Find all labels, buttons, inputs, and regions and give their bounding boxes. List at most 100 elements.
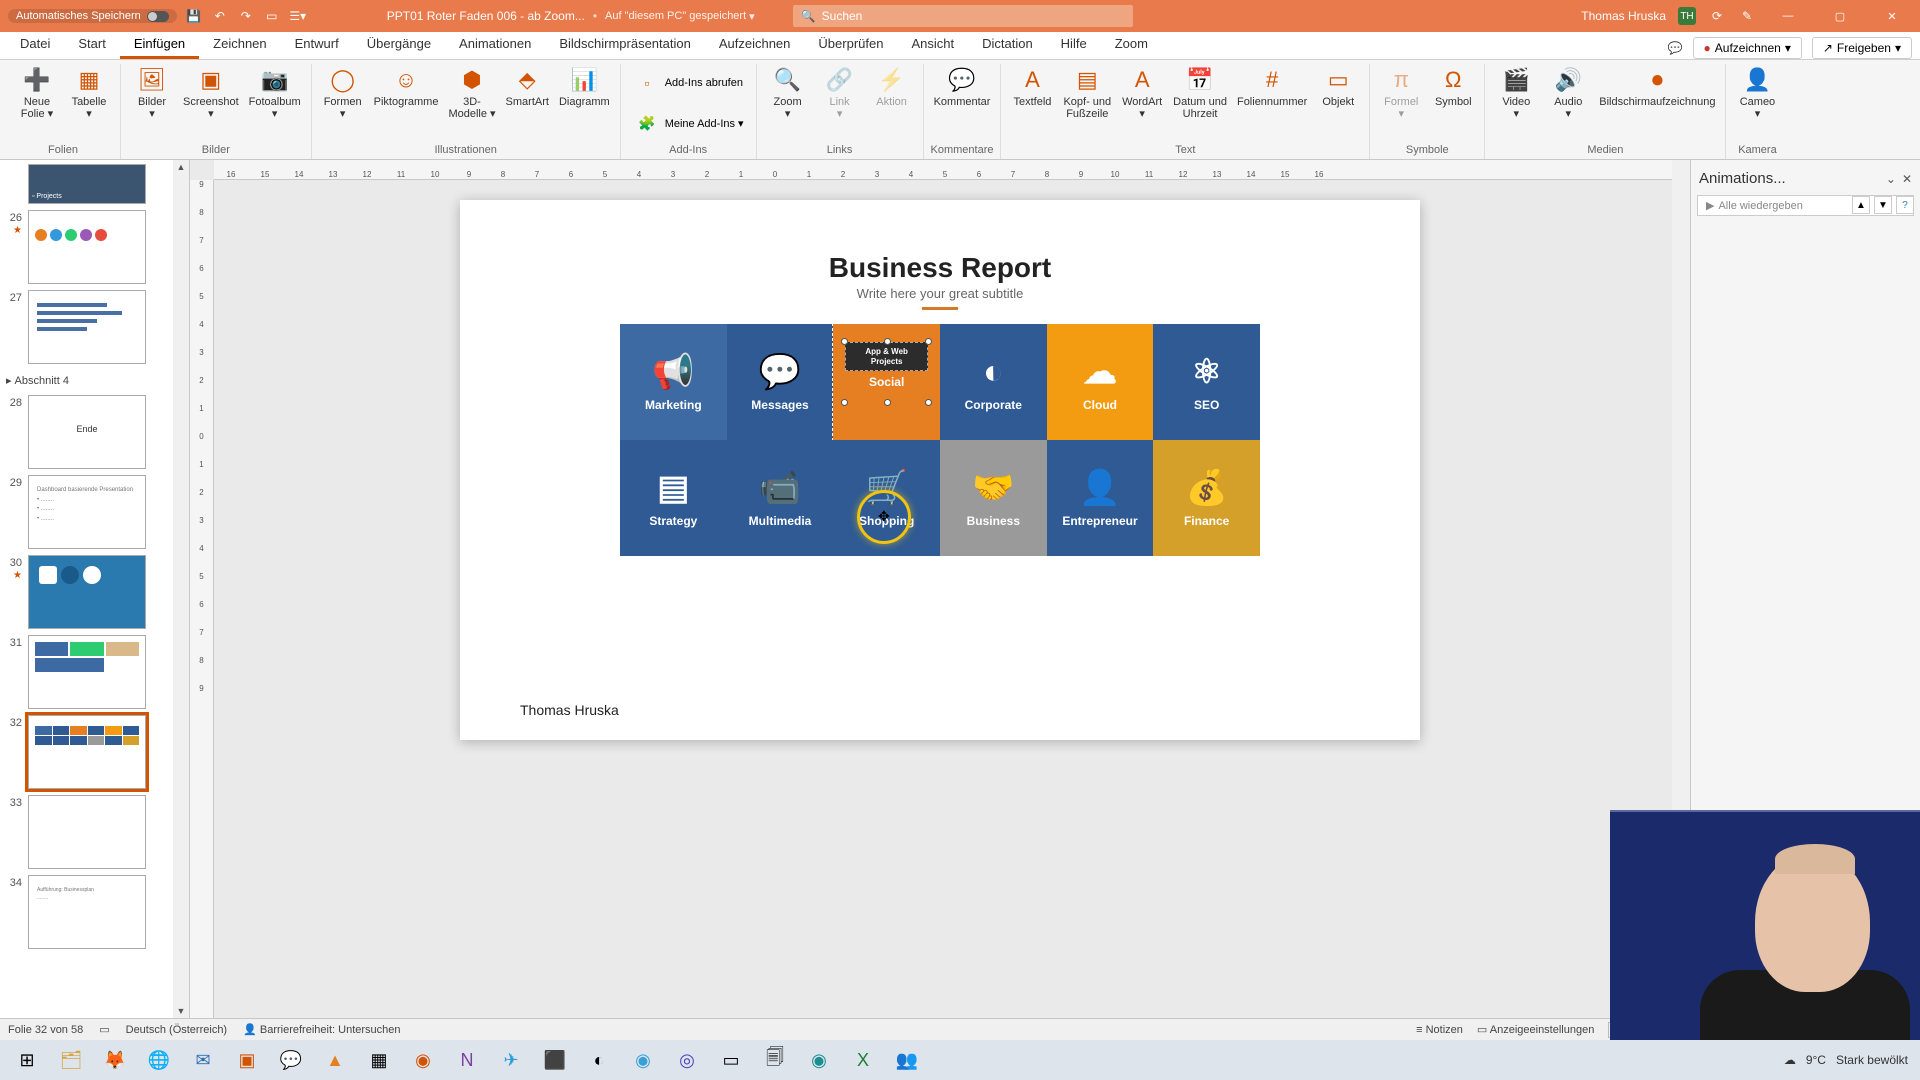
help-icon[interactable]: ? xyxy=(1896,196,1914,214)
ribbon-zoom[interactable]: 🔍Zoom▾ xyxy=(763,64,813,122)
ribbon-foliennummer[interactable]: #Foliennummer xyxy=(1233,64,1311,110)
slide-thumbnail-26[interactable]: 26★ xyxy=(4,210,171,284)
app-icon-8[interactable]: ▭ xyxy=(710,1043,752,1077)
ribbon-kommentar[interactable]: 💬Kommentar xyxy=(930,64,995,110)
collapse-icon[interactable]: ▸ xyxy=(6,374,12,387)
ribbon-tab-ansicht[interactable]: Ansicht xyxy=(897,31,968,59)
slide-thumbnail-30[interactable]: 30★ xyxy=(4,555,171,629)
sync-icon[interactable]: ⟳ xyxy=(1708,7,1726,25)
save-icon[interactable]: 💾 xyxy=(185,7,203,25)
firefox-icon[interactable]: 🦊 xyxy=(94,1043,136,1077)
app-icon-7[interactable]: ◎ xyxy=(666,1043,708,1077)
zoom-object-selected[interactable]: App & WebProjects xyxy=(845,342,928,371)
app-icon-6[interactable]: ◉ xyxy=(622,1043,664,1077)
ribbon-tab-entwurf[interactable]: Entwurf xyxy=(281,31,353,59)
record-button[interactable]: ●Aufzeichnen▾ xyxy=(1693,37,1802,59)
tile-social[interactable]: App & WebProjectsSocial xyxy=(833,324,940,440)
explorer-icon[interactable]: 🗂 xyxy=(50,1043,92,1077)
slide-thumbnail-27[interactable]: 27 xyxy=(4,290,171,364)
ribbon-cameo[interactable]: 👤Cameo▾ xyxy=(1732,64,1782,122)
slide-thumbnail-32[interactable]: 32 xyxy=(4,715,171,789)
user-name[interactable]: Thomas Hruska xyxy=(1581,9,1666,23)
selection-handle[interactable] xyxy=(925,399,932,406)
accessibility-check[interactable]: 👤 Barrierefreiheit: Untersuchen xyxy=(243,1023,400,1036)
ribbon-symbol[interactable]: ΩSymbol xyxy=(1428,64,1478,110)
chrome-icon[interactable]: 🌐 xyxy=(138,1043,180,1077)
app-icon-1[interactable]: 💬 xyxy=(270,1043,312,1077)
scroll-up-icon[interactable]: ▲ xyxy=(177,160,186,174)
tile-marketing[interactable]: 📢Marketing xyxy=(620,324,727,440)
outlook-icon[interactable]: ✉ xyxy=(182,1043,224,1077)
weather-icon[interactable]: ☁ xyxy=(1784,1053,1796,1067)
ribbon-kopf[interactable]: ▤Kopf- undFußzeile xyxy=(1059,64,1115,122)
tile-entrepreneur[interactable]: 👤Entrepreneur xyxy=(1047,440,1154,556)
telegram-icon[interactable]: ✈ xyxy=(490,1043,532,1077)
close-pane-icon[interactable]: ✕ xyxy=(1902,172,1912,186)
ribbon-tab-übergänge[interactable]: Übergänge xyxy=(353,31,445,59)
touch-mode-icon[interactable]: ☰▾ xyxy=(289,7,307,25)
selection-handle[interactable] xyxy=(925,338,932,345)
slide-footer-author[interactable]: Thomas Hruska xyxy=(520,702,619,718)
maximize-button[interactable]: ▢ xyxy=(1820,0,1860,32)
selection-handle[interactable] xyxy=(841,399,848,406)
search-input[interactable]: 🔍 Suchen xyxy=(793,5,1133,27)
ribbon-smartart[interactable]: ⬘SmartArt xyxy=(502,64,553,110)
ribbon-tab-dictation[interactable]: Dictation xyxy=(968,31,1047,59)
app-icon-5[interactable]: ◐ xyxy=(578,1043,620,1077)
app-icon-4[interactable]: ⬛ xyxy=(534,1043,576,1077)
slide-title[interactable]: Business Report xyxy=(460,252,1420,284)
ribbon-tab-zoom[interactable]: Zoom xyxy=(1101,31,1162,59)
app-icon-9[interactable]: 🗐 xyxy=(754,1043,796,1077)
powerpoint-icon[interactable]: ▣ xyxy=(226,1043,268,1077)
ribbon-textfeld[interactable]: ATextfeld xyxy=(1007,64,1057,110)
ribbon-3d[interactable]: ⬢3D-Modelle ▾ xyxy=(444,64,499,122)
tile-corporate[interactable]: ◐Corporate xyxy=(940,324,1047,440)
user-avatar[interactable]: TH xyxy=(1678,7,1696,25)
ribbon-piktogramme[interactable]: ☺Piktogramme xyxy=(370,64,443,110)
ribbon-tab-zeichnen[interactable]: Zeichnen xyxy=(199,31,280,59)
ribbon-tab-hilfe[interactable]: Hilfe xyxy=(1047,31,1101,59)
slide[interactable]: Business Report Write here your great su… xyxy=(460,200,1420,740)
slide-thumbnail-33[interactable]: 33 xyxy=(4,795,171,869)
ribbon-formen[interactable]: ◯Formen▾ xyxy=(318,64,368,122)
ribbon-tab-datei[interactable]: Datei xyxy=(6,31,64,59)
ribbon-tab-start[interactable]: Start xyxy=(64,31,119,59)
ribbon-video[interactable]: 🎬Video▾ xyxy=(1491,64,1541,122)
slide-thumbnail-29[interactable]: 29Dashboard basierende Presentation• ...… xyxy=(4,475,171,549)
slide-thumbnail-28[interactable]: 28Ende xyxy=(4,395,171,469)
move-down-icon[interactable]: ▼ xyxy=(1874,196,1892,214)
tile-messages[interactable]: 💬Messages xyxy=(727,324,834,440)
tile-cloud[interactable]: ☁Cloud xyxy=(1047,324,1154,440)
ribbon-addins[interactable]: ▫Add-Ins abrufen xyxy=(627,67,749,99)
slide-thumbnail-partial[interactable]: ▫ Projects xyxy=(4,164,171,204)
tile-multimedia[interactable]: 📹Multimedia xyxy=(727,440,834,556)
tile-strategy[interactable]: ▤Strategy xyxy=(620,440,727,556)
undo-icon[interactable]: ↶ xyxy=(211,7,229,25)
ribbon-audio[interactable]: 🔊Audio▾ xyxy=(1543,64,1593,122)
ribbon-tab-animationen[interactable]: Animationen xyxy=(445,31,545,59)
ribbon-tabelle[interactable]: ▦Tabelle▾ xyxy=(64,64,114,122)
ribbon-objekt[interactable]: ▭Objekt xyxy=(1313,64,1363,110)
ribbon-tab-überprüfen[interactable]: Überprüfen xyxy=(804,31,897,59)
language-indicator[interactable]: Deutsch (Österreich) xyxy=(126,1024,227,1036)
tile-seo[interactable]: ⚛SEO xyxy=(1153,324,1260,440)
vlc-icon[interactable]: ▲ xyxy=(314,1043,356,1077)
ribbon-wordart[interactable]: AWordArt▾ xyxy=(1117,64,1167,122)
ribbon-tab-bildschirmpräsentation[interactable]: Bildschirmpräsentation xyxy=(545,31,705,59)
thumbnail-scrollbar[interactable]: ▲ ▼ xyxy=(173,160,189,1018)
slide-counter[interactable]: Folie 32 von 58 xyxy=(8,1024,83,1036)
ribbon-bilder[interactable]: 🖼Bilder▾ xyxy=(127,64,177,122)
autosave-toggle[interactable]: Automatisches Speichern xyxy=(8,9,177,23)
ribbon-tab-aufzeichnen[interactable]: Aufzeichnen xyxy=(705,31,805,59)
section-header[interactable]: ▸ Abschnitt 4 xyxy=(4,370,171,389)
scroll-down-icon[interactable]: ▼ xyxy=(177,1004,186,1018)
slide-canvas-area[interactable]: 1615141312111098765432101234567891011121… xyxy=(190,160,1690,1018)
tile-business[interactable]: 🤝Business xyxy=(940,440,1047,556)
ribbon-screenshot[interactable]: ▣Screenshot▾ xyxy=(179,64,243,122)
ribbon-datum[interactable]: 📅Datum undUhrzeit xyxy=(1169,64,1231,122)
app-icon-2[interactable]: ▦ xyxy=(358,1043,400,1077)
ribbon-meine[interactable]: 🧩Meine Add-Ins ▾ xyxy=(627,107,750,139)
spellcheck-icon[interactable]: ▭ xyxy=(99,1023,109,1036)
ribbon-diagramm[interactable]: 📊Diagramm xyxy=(555,64,614,110)
notes-button[interactable]: ≡ Notizen xyxy=(1416,1024,1463,1036)
